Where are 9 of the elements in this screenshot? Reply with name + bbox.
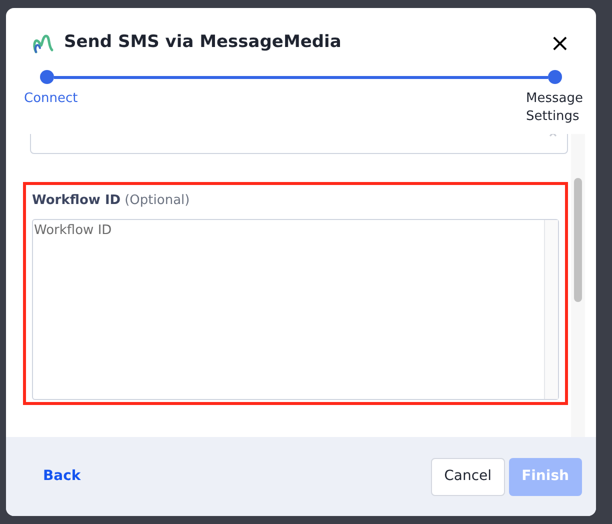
step-label[interactable]: Message Settings bbox=[526, 90, 590, 134]
cancel-button[interactable]: Cancel bbox=[431, 458, 505, 496]
step-label[interactable]: Connect bbox=[24, 90, 78, 134]
field-hint: (Optional) bbox=[124, 192, 190, 210]
close-button[interactable]: × bbox=[550, 31, 570, 55]
field-label: Workflow ID bbox=[32, 192, 121, 210]
dialog-title: Send SMS via MessageMedia bbox=[64, 31, 342, 54]
scrollbar-thumb[interactable] bbox=[574, 178, 582, 302]
back-link[interactable]: Back bbox=[43, 466, 81, 487]
